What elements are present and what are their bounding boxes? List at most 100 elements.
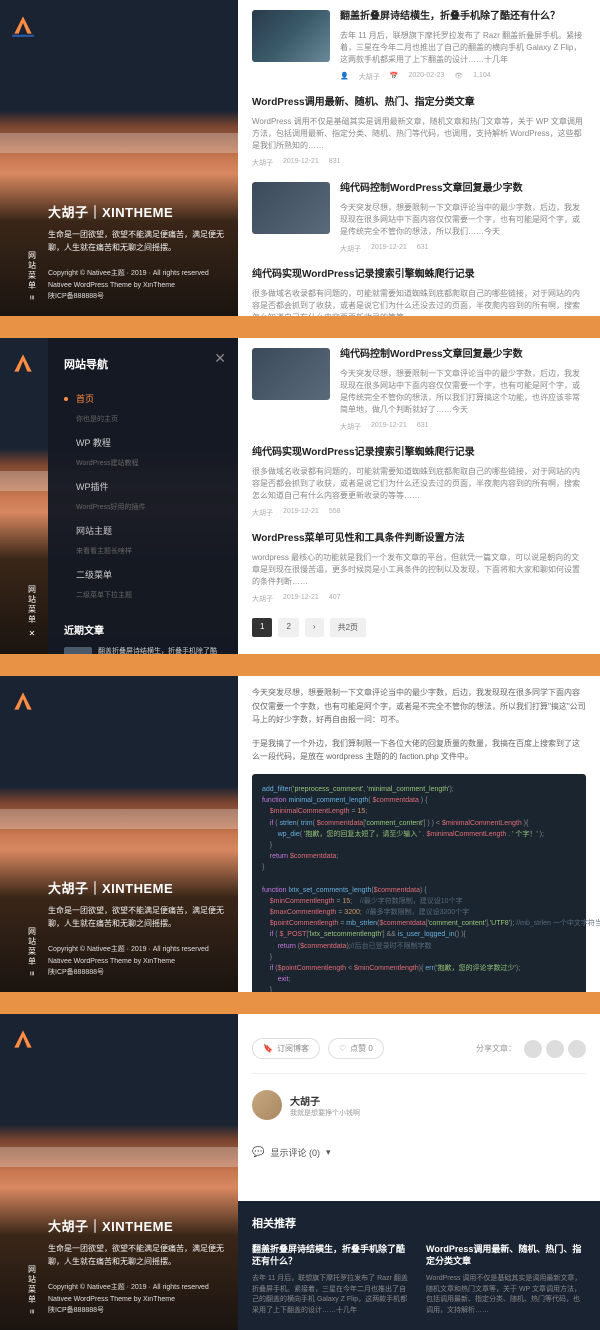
post-title[interactable]: 纯代码控制WordPress文章回复最少字数 [340,182,586,196]
post-thumbnail [252,348,330,400]
nav-rail[interactable]: 网站菜单 ≡ [10,251,54,302]
nav-panel: ✕ 网站导航 首页 你也是的主页 WP 教程 WordPress建站教程 WP插… [48,338,238,654]
share-qq-icon[interactable] [568,1040,586,1058]
screenshot-2: 网站菜单 ✕ ✕ 网站导航 首页 你也是的主页 WP 教程 WordPress建… [0,338,600,654]
share-bar: 分享文章： [476,1040,586,1058]
article-paragraph: 今天突发尽想，想要限制一下文章评论当中的最少字数，后边，我发现现在很多同学下面内… [252,686,586,727]
copyright-line-2: Nativee WordPress Theme by XinTheme [48,280,224,291]
author-box: 大胡子 我就是想要挣个小钱啊 [252,1074,586,1136]
post-title[interactable]: WordPress调用最新、随机、热门、指定分类文章 [252,96,586,110]
sidebar: 网站菜单 ≡ 大胡子｜XINTHEME 生命是一团欲望，欲望不能满足便痛苦，满足… [0,676,238,992]
page-next[interactable]: › [305,618,324,637]
article-footer: 🔖订阅博客 ♡点赞 0 分享文章： 大胡子 我就是想要挣个小钱啊 显示评论 (0… [238,1014,600,1330]
site-title: 大胡子｜XINTHEME [48,202,224,221]
post-item[interactable]: WordPress菜单可见性和工具条件判断设置方法 wordpress 最核心的… [252,532,586,604]
screenshot-1: 网站菜单 ≡ 大胡子｜XINTHEME 生命是一团欲望，欲望不能满足便痛苦，满足… [0,0,600,316]
site-tagline: 生命是一团欲望，欲望不能满足便痛苦，满足便无聊，人生就在痛苦和无聊之间摇摆。 [48,1243,224,1269]
recent-post[interactable]: 翻盖折叠屏诗结横生，折叠手机除了酷还有什么？ 大胡子 · 02-23 [64,647,222,654]
site-logo[interactable] [10,12,36,38]
post-excerpt: 今天突发尽想，想要限制一下文章评论当中的最少字数，后边，我发现现在很多网站中下面… [340,202,586,238]
nav-item-plugin[interactable]: WP插件 [64,474,222,499]
author-icon: 👤 [340,72,349,82]
page-1[interactable]: 1 [252,618,272,637]
related-title[interactable]: 翻盖折叠屏诗结横生，折叠手机除了酷还有什么？ [252,1243,412,1268]
nav-rail[interactable]: 网站菜单 ≡ [10,1265,54,1316]
post-title[interactable]: 纯代码实现WordPress记录搜索引擎蜘蛛爬行记录 [252,268,586,282]
post-thumbnail [252,182,330,234]
like-button[interactable]: ♡点赞 0 [328,1038,384,1059]
related-post[interactable]: WordPress调用最新、随机、热门、指定分类文章 WordPress 调用不… [426,1243,586,1316]
post-meta: 大胡子 2019-12-21 831 [252,158,586,168]
share-weibo-icon[interactable] [546,1040,564,1058]
icp-number: 陕ICP备888888号 [48,291,224,302]
post-title[interactable]: WordPress菜单可见性和工具条件判断设置方法 [252,532,586,546]
site-title: 大胡子｜XINTHEME [48,1216,224,1235]
article-paragraph: 于是我搞了一个外边，我们算制限一下各位大佬的回复质量的数量，我搞在百度上搜索到了… [252,737,586,764]
post-excerpt: WordPress 调用不仅是基础其实是调用最新文章，随机文章和热门文章等，关于… [252,116,586,152]
sidebar-content: 大胡子｜XINTHEME 生命是一团欲望，欲望不能满足便痛苦，满足便无聊，人生就… [48,202,224,302]
show-comments-button[interactable]: 显示评论 (0)▾ [252,1136,586,1169]
screenshot-4: 网站菜单 ≡ 大胡子｜XINTHEME 生命是一团欲望，欲望不能满足便痛苦，满足… [0,1014,600,1330]
related-title[interactable]: WordPress调用最新、随机、热门、指定分类文章 [426,1243,586,1268]
screenshot-3: 网站菜单 ≡ 大胡子｜XINTHEME 生命是一团欲望，欲望不能满足便痛苦，满足… [0,676,600,992]
author-name[interactable]: 大胡子 [290,1093,360,1108]
post-meta: 大胡子 2019-12-21 558 [252,508,586,518]
post-title[interactable]: 纯代码控制WordPress文章回复最少字数 [340,348,586,362]
post-item[interactable]: WordPress调用最新、随机、热门、指定分类文章 WordPress 调用不… [252,96,586,168]
pagination: 1 2 › 共2页 [252,618,586,637]
sidebar: 网站菜单 ≡ 大胡子｜XINTHEME 生命是一团欲望，欲望不能满足便痛苦，满足… [0,1014,238,1330]
post-item[interactable]: 纯代码实现WordPress记录搜索引擎蜘蛛爬行记录 很多做域名收录都有问题的，… [252,446,586,518]
main-content: 纯代码控制WordPress文章回复最少字数 今天突发尽想，想要限制一下文章评论… [238,338,600,654]
article-content: 今天突发尽想，想要限制一下文章评论当中的最少字数，后边，我发现现在很多同学下面内… [238,676,600,992]
nav-rail[interactable]: 网站菜单 ≡ [10,927,54,978]
post-meta: 大胡子 2019-12-21 631 [340,422,586,432]
chevron-down-icon: ▾ [326,1147,331,1158]
post-meta: 大胡子 2019-12-21 407 [252,594,586,604]
date-icon: 📅 [390,72,399,82]
site-logo[interactable] [10,688,36,714]
post-item[interactable]: 翻盖折叠屏诗结横生，折叠手机除了酷还有什么？ 去年 11 月后，联想旗下摩托罗拉… [252,10,586,82]
nav-item-home[interactable]: 首页 [64,386,222,411]
avatar[interactable] [252,1090,282,1120]
post-excerpt: 去年 11 月后，联想旗下摩托罗拉发布了 Razr 翻盖折叠屏手机。紧接着，三星… [340,30,586,66]
post-item[interactable]: 纯代码实现WordPress记录搜索引擎蜘蛛爬行记录 很多做域名收录都有问题的，… [252,268,586,316]
recent-thumbnail [64,647,92,654]
site-logo[interactable] [10,1026,36,1052]
nav-rail-label: 网站菜单 [27,251,38,291]
post-excerpt: 很多做域名收录都有问题的，可能就需要知道蜘蛛到底都爬取自己的哪些链接，对于网站的… [252,466,586,502]
sidebar: 网站菜单 ≡ 大胡子｜XINTHEME 生命是一团欲望，欲望不能满足便痛苦，满足… [0,0,238,316]
hamburger-icon[interactable]: ≡ [28,1309,37,1316]
nav-item-submenu[interactable]: 二级菜单 [64,562,222,587]
share-wechat-icon[interactable] [524,1040,542,1058]
post-item[interactable]: 纯代码控制WordPress文章回复最少字数 今天突发尽想，想要限制一下文章评论… [252,348,586,432]
nav-heading: 网站导航 [64,356,222,372]
subscribe-button[interactable]: 🔖订阅博客 [252,1038,320,1059]
code-block: add_filter('preprocess_comment', 'minima… [252,774,586,992]
post-meta: 👤大胡子 📅2020-02-23 👁1,104 [340,72,586,82]
nav-rail-label: 网站菜单 [27,585,38,625]
close-icon[interactable]: ✕ [214,350,226,367]
hamburger-icon[interactable]: ≡ [28,295,37,302]
site-logo[interactable] [10,350,36,376]
post-thumbnail [252,10,330,62]
post-excerpt: 今天突发尽想，想要限制一下文章评论当中的最少字数，后边，我发现现在很多网站中下面… [340,368,586,416]
sidebar-content: 大胡子｜XINTHEME 生命是一团欲望，欲望不能满足便痛苦，满足便无聊，人生就… [48,1216,224,1316]
post-title[interactable]: 纯代码实现WordPress记录搜索引擎蜘蛛爬行记录 [252,446,586,460]
related-post[interactable]: 翻盖折叠屏诗结横生，折叠手机除了酷还有什么？ 去年 11 月后，联想旗下摩托罗拉… [252,1243,412,1316]
views-icon: 👁 [454,72,463,82]
nav-item-tutorial[interactable]: WP 教程 [64,430,222,455]
page-2[interactable]: 2 [278,618,298,637]
sidebar: 网站菜单 ✕ ✕ 网站导航 首页 你也是的主页 WP 教程 WordPress建… [0,338,238,654]
post-title[interactable]: 翻盖折叠屏诗结横生，折叠手机除了酷还有什么？ [340,10,586,24]
copyright-line-1: Copyright © Nativee主题 · 2019 · All right… [48,268,224,279]
site-tagline: 生命是一团欲望，欲望不能满足便痛苦，满足便无聊，人生就在痛苦和无聊之间摇摆。 [48,905,224,931]
related-excerpt: WordPress 调用不仅是基础其实是调用最新文章，随机文章和热门文章等，关于… [426,1274,586,1316]
main-content: 翻盖折叠屏诗结横生，折叠手机除了酷还有什么？ 去年 11 月后，联想旗下摩托罗拉… [238,0,600,316]
nav-item-theme[interactable]: 网站主题 [64,518,222,543]
post-item[interactable]: 纯代码控制WordPress文章回复最少字数 今天突发尽想，想要限制一下文章评论… [252,182,586,254]
page-last[interactable]: 共2页 [330,618,366,637]
author-bio: 我就是想要挣个小钱啊 [290,1108,360,1118]
recent-heading: 近期文章 [64,622,222,637]
hamburger-icon[interactable]: ≡ [28,971,37,978]
close-icon[interactable]: ✕ [28,629,37,640]
